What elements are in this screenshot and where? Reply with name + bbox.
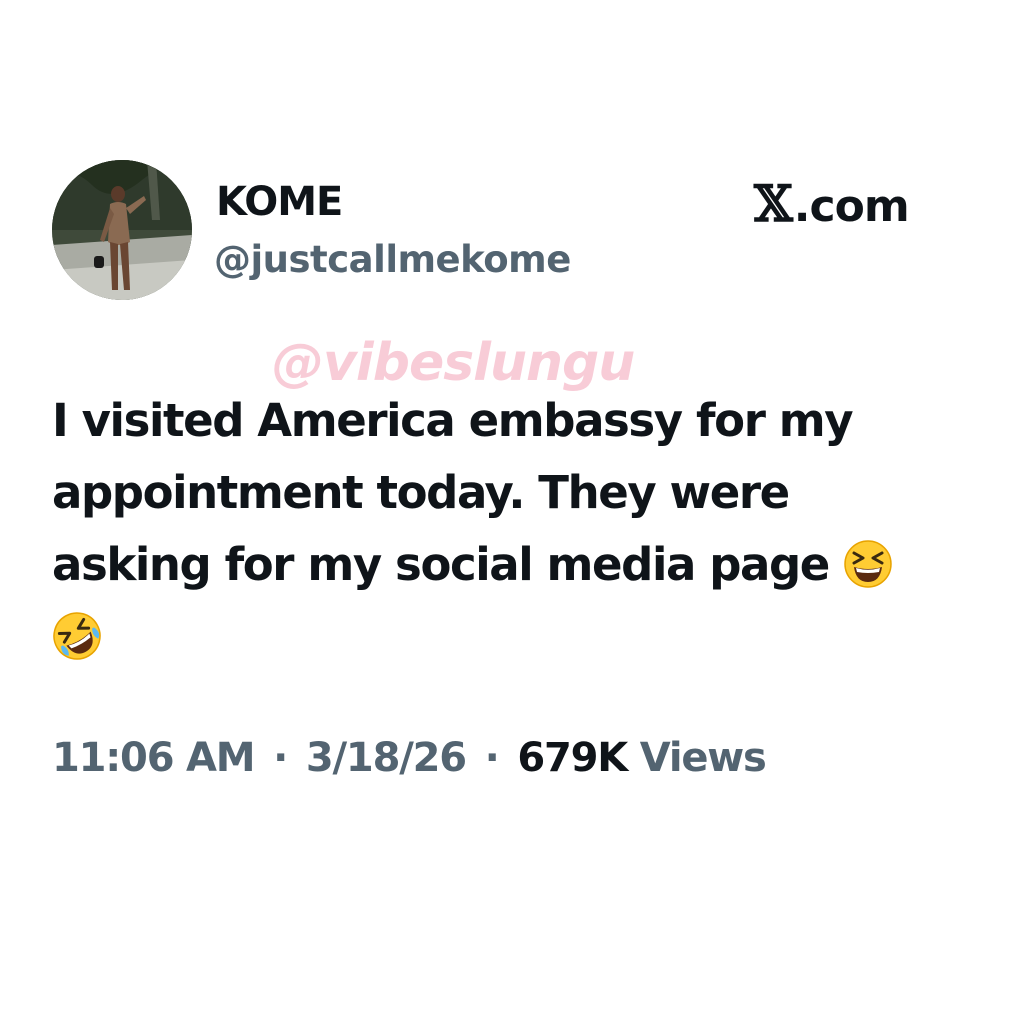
tweet-line: I visited America embassy for my	[52, 394, 854, 447]
views-label: Views	[639, 735, 767, 781]
tweet-meta: 11:06 AM · 3/18/26 · 679K Views	[52, 730, 767, 786]
tweet-line-text: asking for my social media page	[52, 538, 830, 591]
user-handle[interactable]: @justcallmekome	[214, 236, 571, 284]
brand-suffix: .com	[793, 181, 910, 232]
tweet-line	[52, 601, 952, 673]
separator: ·	[273, 735, 288, 781]
tweet-line: asking for my social media page	[52, 529, 952, 601]
x-brand-logo: 𝕏 .com	[754, 174, 910, 233]
avatar-photo-icon	[52, 160, 192, 300]
views-count: 679K	[517, 735, 628, 781]
tweet-card: KOME @justcallmekome 𝕏 .com @vibeslungu …	[0, 0, 1024, 1024]
rolling-on-floor-laughing-icon	[53, 612, 101, 660]
separator: ·	[484, 735, 500, 781]
tweet-time[interactable]: 11:06 AM	[52, 735, 256, 781]
display-name[interactable]: KOME	[216, 178, 343, 226]
tweet-date[interactable]: 3/18/26	[306, 735, 467, 781]
tweet-text: I visited America embassy for my appoint…	[52, 385, 952, 673]
avatar[interactable]	[52, 160, 192, 300]
x-logo-icon: 𝕏	[754, 174, 793, 233]
grinning-squinting-face-icon	[844, 540, 892, 588]
tweet-line: appointment today. They were	[52, 466, 790, 519]
